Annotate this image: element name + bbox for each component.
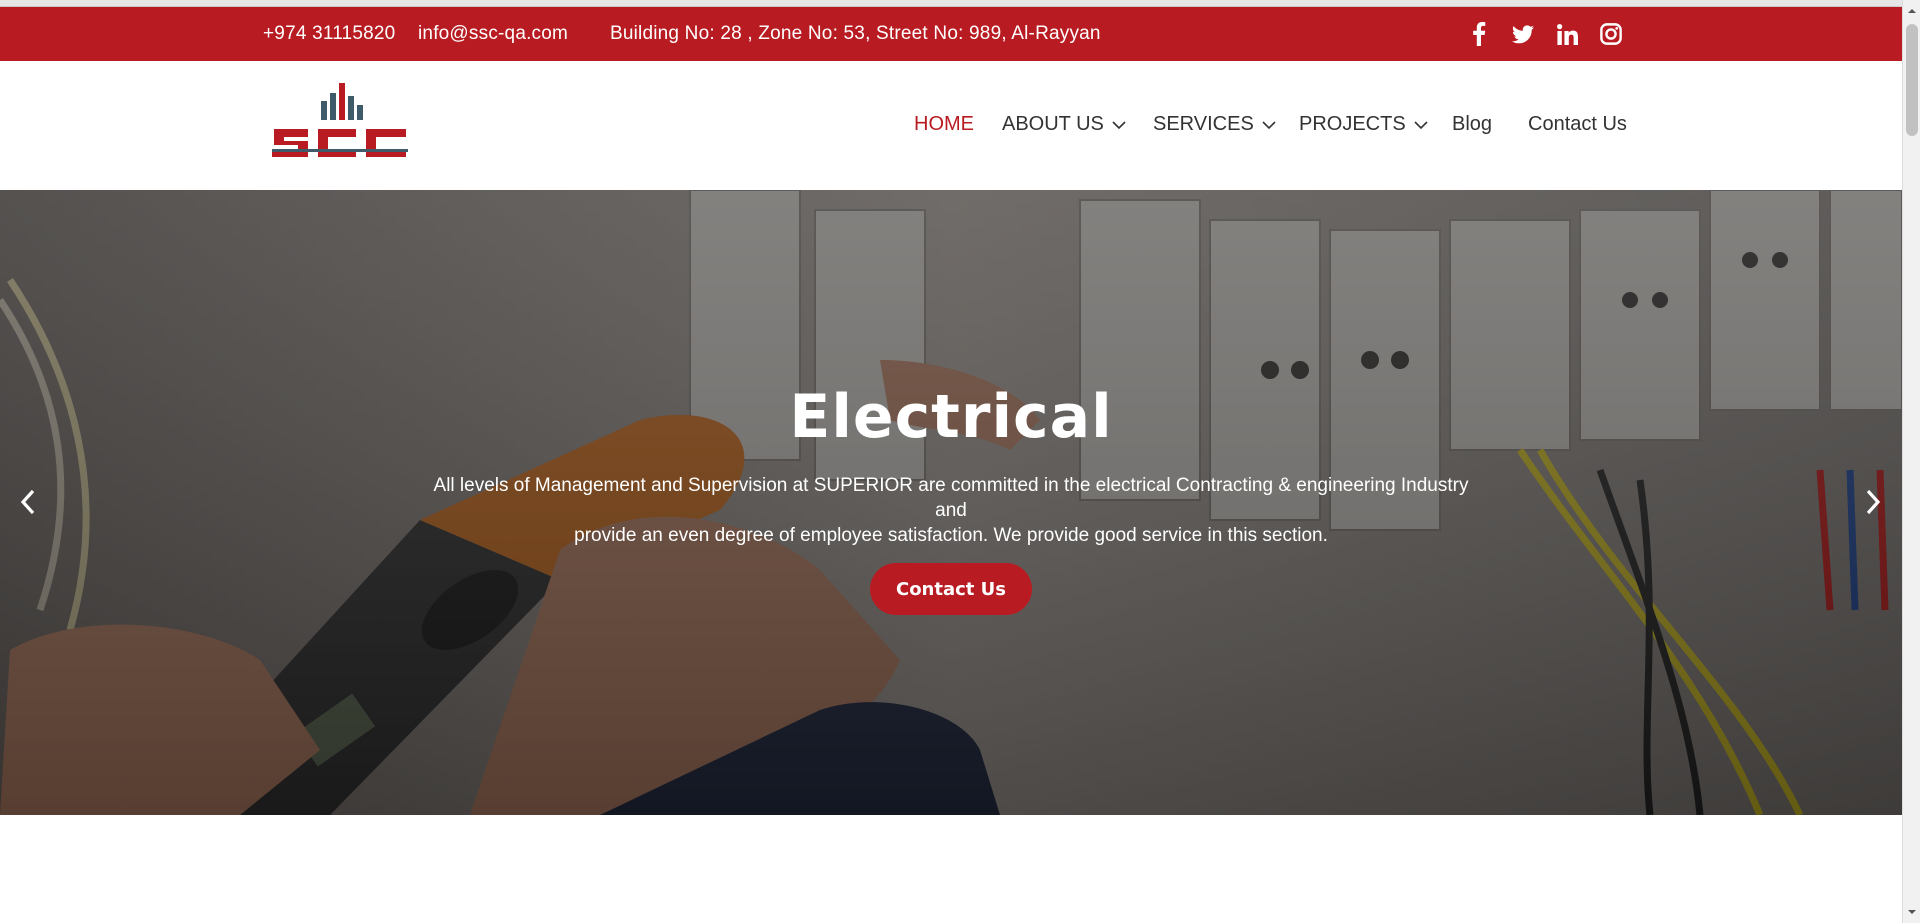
- phone-link[interactable]: +974 31115820: [263, 7, 395, 61]
- slider-prev-button[interactable]: [8, 482, 48, 522]
- hero-description: All levels of Management and Supervision…: [420, 473, 1482, 548]
- nav-blog-label: Blog: [1452, 113, 1493, 135]
- hero-description-line-1: All levels of Management and Supervision…: [433, 475, 1469, 521]
- hero-contact-button[interactable]: Contact Us: [870, 563, 1032, 615]
- scroll-up-icon[interactable]: [1907, 6, 1917, 16]
- slider-next-button[interactable]: [1853, 482, 1893, 522]
- address-text: Building No: 28 , Zone No: 53, Street No…: [610, 23, 1101, 44]
- nav-blog[interactable]: Blog: [1452, 113, 1492, 136]
- page: +974 31115820 info@ssc-qa.com Building N…: [0, 0, 1902, 923]
- main-nav: HOME ABOUT US SERVICES PROJECTS Blog Con…: [0, 61, 1902, 190]
- browser-edge: [0, 0, 1902, 7]
- nav-services[interactable]: SERVICES: [1153, 113, 1276, 136]
- hero-title: Electrical: [789, 382, 1113, 452]
- chevron-down-icon: [1262, 120, 1276, 129]
- chevron-right-icon: [1866, 489, 1881, 515]
- site-header: HOME ABOUT US SERVICES PROJECTS Blog Con…: [0, 61, 1902, 190]
- nav-contact-label: Contact Us: [1528, 113, 1627, 135]
- nav-about-label: ABOUT US: [1002, 113, 1104, 135]
- nav-home-label: HOME: [914, 113, 974, 135]
- nav-home[interactable]: HOME: [914, 113, 974, 136]
- nav-services-label: SERVICES: [1153, 113, 1254, 135]
- facebook-icon[interactable]: [1466, 21, 1492, 47]
- email-link[interactable]: info@ssc-qa.com: [418, 7, 568, 61]
- scrollbar-thumb[interactable]: [1906, 24, 1918, 136]
- nav-projects-label: PROJECTS: [1299, 113, 1406, 135]
- scroll-down-icon[interactable]: [1907, 907, 1917, 917]
- top-contact-bar: +974 31115820 info@ssc-qa.com Building N…: [0, 7, 1902, 61]
- twitter-icon[interactable]: [1510, 21, 1536, 47]
- social-links: [1466, 21, 1624, 47]
- chevron-down-icon: [1414, 120, 1428, 129]
- nav-contact[interactable]: Contact Us: [1528, 113, 1627, 136]
- page-scrollbar[interactable]: [1902, 0, 1920, 923]
- instagram-icon[interactable]: [1598, 21, 1624, 47]
- nav-about[interactable]: ABOUT US: [1002, 113, 1126, 136]
- nav-projects[interactable]: PROJECTS: [1299, 113, 1428, 136]
- linkedin-icon[interactable]: [1554, 21, 1580, 47]
- chevron-down-icon: [1112, 120, 1126, 129]
- hero-slider: Electrical All levels of Management and …: [0, 190, 1902, 815]
- chevron-left-icon: [20, 489, 35, 515]
- hero-description-line-2: provide an even degree of employee satis…: [574, 525, 1328, 546]
